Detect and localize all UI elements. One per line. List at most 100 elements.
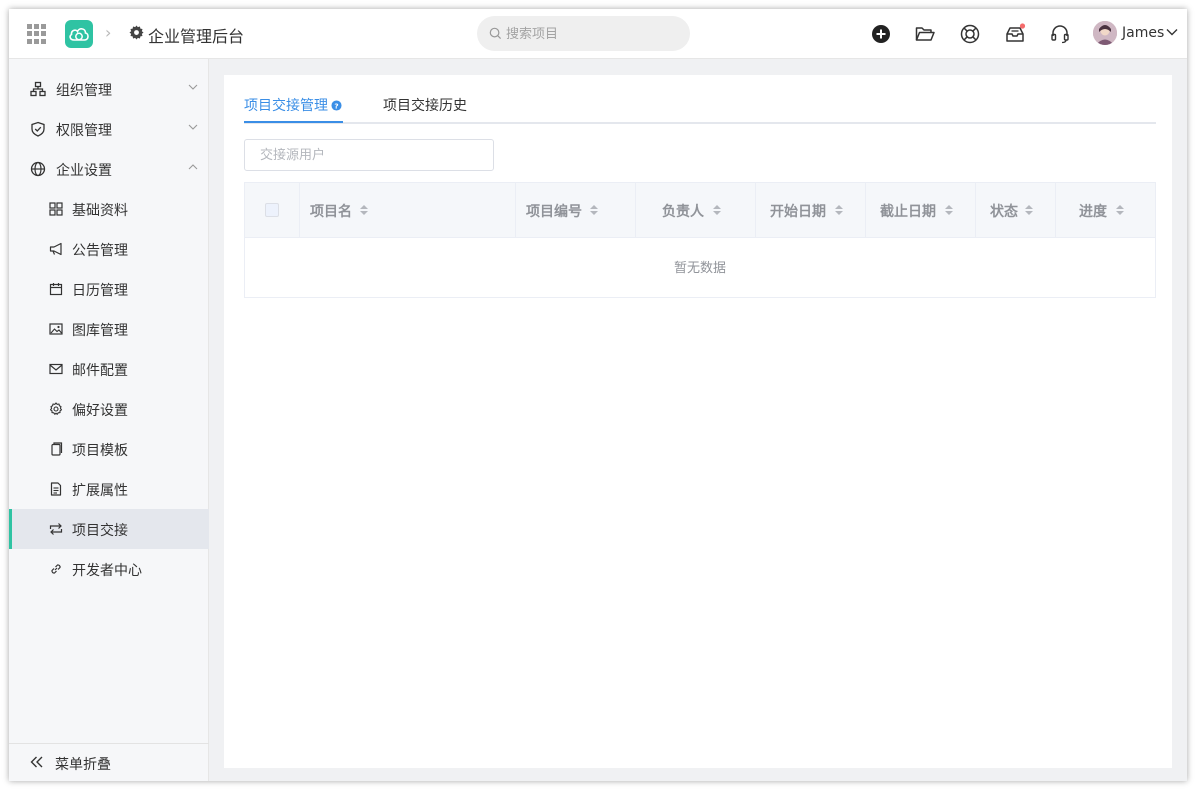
search-box[interactable] [477,16,690,51]
empty-state-text: 暂无数据 [673,261,726,276]
tab-label: 项目交接管理 [244,98,328,114]
globe-icon [30,161,46,177]
tab-bar: 项目交接管理? 项目交接历史 [244,75,1156,124]
sidebar-item-project-templates[interactable]: 项目模板 [9,429,209,469]
sidebar-item-label: 基础资料 [72,203,128,219]
column-header-label: 项目编号 [526,204,582,220]
document-icon [50,482,62,496]
chevron-down-icon[interactable] [1166,28,1178,36]
settings-icon [49,402,63,415]
column-header-due-date[interactable]: 截止日期 [866,183,976,238]
copy-icon [51,442,63,456]
sort-icon[interactable] [834,203,844,217]
avatar[interactable] [1093,21,1117,45]
sidebar-item-project-handover[interactable]: 项目交接 [9,509,209,549]
folder-open-icon[interactable] [914,23,936,45]
sidebar-item-calendar[interactable]: 日历管理 [9,269,209,309]
user-avatar-icon [1093,21,1117,45]
help-circle-icon[interactable]: ? [331,100,342,111]
lifebuoy-icon[interactable] [959,23,981,45]
sidebar-item-mail-config[interactable]: 邮件配置 [9,349,209,389]
top-header: › 企业管理后台 搜索项目 James [9,9,1187,59]
mail-icon [49,363,63,375]
main-panel: 项目交接管理? 项目交接历史 项目名 项目编号 [224,75,1172,768]
sidebar-item-gallery[interactable]: 图库管理 [9,309,209,349]
column-header-label: 负责人 [662,204,704,220]
column-header-label: 项目名 [310,204,352,220]
sidebar-item-label: 扩展属性 [72,483,128,499]
user-name[interactable]: James [1122,25,1164,41]
tab-handover-history[interactable]: 项目交接历史 [383,95,467,115]
sidebar-item-label: 项目交接 [72,523,128,539]
sidebar-group-label: 权限管理 [56,123,112,139]
sidebar: 组织管理 权限管理 企业设置 基础资料 公告管理 日历管理 图库管理 邮件配置 … [9,59,209,781]
chevron-up-icon [188,164,198,170]
sidebar-item-preferences[interactable]: 偏好设置 [9,389,209,429]
select-all-checkbox[interactable] [265,203,279,217]
sidebar-item-basic-info[interactable]: 基础资料 [9,189,209,229]
headset-icon[interactable] [1049,23,1071,45]
org-icon [30,81,46,97]
sort-icon[interactable] [1024,203,1034,217]
column-header-label: 截止日期 [880,204,936,220]
sidebar-item-developer-center[interactable]: 开发者中心 [9,549,209,589]
table-header: 项目名 项目编号 负责人 开始日期 截止日期 状态 进度 [245,183,1155,238]
sidebar-item-label: 日历管理 [72,283,128,299]
image-icon [49,323,63,335]
column-header-label: 进度 [1079,204,1107,220]
collapse-menu-label: 菜单折叠 [55,757,111,773]
sidebar-item-label: 公告管理 [72,243,128,259]
notification-dot [1019,23,1026,29]
column-header-progress[interactable]: 进度 [1056,183,1155,238]
link-icon [51,564,61,574]
apps-grid-icon[interactable] [27,24,47,44]
sidebar-item-extended-attributes[interactable]: 扩展属性 [9,469,209,509]
handover-table: 项目名 项目编号 负责人 开始日期 截止日期 状态 进度 暂无数据 [244,182,1156,298]
add-circle-icon[interactable] [870,23,892,45]
sort-icon[interactable] [1115,203,1125,217]
svg-text:?: ? [334,101,338,110]
shield-icon [31,121,45,137]
search-icon [489,27,502,40]
collapse-menu-button[interactable]: 菜单折叠 [9,743,209,781]
search-input[interactable] [506,24,676,44]
column-header-project-number[interactable]: 项目编号 [516,183,636,238]
sidebar-item-label: 开发者中心 [72,563,142,579]
page-title: 企业管理后台 [148,27,245,46]
sidebar-item-label: 偏好设置 [72,403,128,419]
sidebar-item-label: 项目模板 [72,443,128,459]
column-header-status[interactable]: 状态 [976,183,1056,238]
gear-icon [129,25,144,40]
sidebar-group-org[interactable]: 组织管理 [9,69,209,109]
calendar-icon [49,283,63,296]
cloud-logo-icon [69,28,89,41]
sidebar-group-enterprise-settings[interactable]: 企业设置 [9,149,209,189]
sort-icon[interactable] [944,203,954,217]
inbox-icon[interactable] [1004,23,1026,45]
source-user-input[interactable] [244,139,494,171]
sort-icon[interactable] [589,203,599,217]
tab-label: 项目交接历史 [383,98,467,114]
sort-icon[interactable] [712,203,722,217]
sidebar-item-announcements[interactable]: 公告管理 [9,229,209,269]
column-header-owner[interactable]: 负责人 [636,183,756,238]
chevron-down-icon [188,124,198,130]
megaphone-icon [49,242,62,256]
sidebar-item-label: 邮件配置 [72,363,128,379]
column-header-label: 状态 [990,204,1018,220]
active-tab-indicator [244,121,343,123]
sidebar-group-permissions[interactable]: 权限管理 [9,109,209,149]
sidebar-item-label: 图库管理 [72,323,128,339]
column-header-label: 开始日期 [770,204,826,220]
sort-icon[interactable] [359,203,369,217]
column-header-start-date[interactable]: 开始日期 [756,183,866,238]
tab-handover-management[interactable]: 项目交接管理? [244,95,342,115]
app-window: › 企业管理后台 搜索项目 James 组织管理 权限管理 企业设置 基础资料 … [9,9,1187,781]
app-logo[interactable] [65,20,93,48]
breadcrumb-chevron-icon: › [105,23,112,42]
column-header-project-name[interactable]: 项目名 [300,183,516,238]
sidebar-group-label: 组织管理 [56,83,112,99]
chevron-down-icon [188,84,198,90]
select-all-cell [245,183,300,238]
sidebar-group-label: 企业设置 [56,163,112,179]
